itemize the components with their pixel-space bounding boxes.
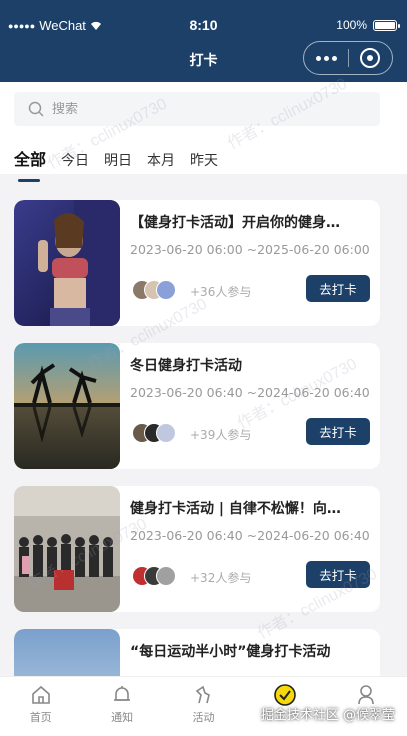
- participant-avatars: [132, 566, 188, 588]
- filter-header: 全部 今日 明日 本月 昨天: [0, 82, 407, 182]
- participant-count: +32人参与: [190, 571, 252, 585]
- tab-tomorrow[interactable]: 明日: [104, 150, 132, 170]
- battery-info: 100%: [336, 18, 400, 32]
- participant-avatars: [132, 423, 188, 445]
- bell-icon: [114, 686, 131, 701]
- date-filter-tabs: 全部 今日 明日 本月 昨天: [14, 146, 233, 182]
- close-miniprogram-button[interactable]: [349, 48, 392, 68]
- activity-title: “每日运动半小时”健身打卡活动: [130, 644, 331, 660]
- search-icon: [28, 101, 44, 117]
- checkin-button[interactable]: 去打卡: [306, 275, 370, 302]
- tabbar-item-activities[interactable]: 活动: [163, 677, 244, 736]
- activity-icon: [196, 685, 211, 704]
- activity-time-range: 2023-06-20 06:40 ~2024-06-20 06:40: [130, 385, 370, 400]
- battery-icon: [373, 19, 400, 31]
- miniprogram-capsule: [303, 41, 393, 75]
- avatar: [156, 423, 176, 443]
- activity-thumbnail: [14, 200, 120, 326]
- activity-title: 冬日健身打卡活动: [130, 358, 242, 374]
- checkin-button[interactable]: 去打卡: [306, 418, 370, 445]
- tabbar-item-notifications[interactable]: 通知: [81, 677, 162, 736]
- activity-time-range: 2023-06-20 06:40 ~2024-06-20 06:40: [130, 528, 370, 543]
- tabbar-label: 首页: [29, 711, 52, 724]
- source-credit: 掘金技术社区 @候翠莹: [260, 708, 395, 723]
- more-menu-button[interactable]: [304, 55, 348, 61]
- avatar: [156, 280, 176, 300]
- participant-count: +39人参与: [190, 428, 252, 442]
- battery-percent: 100%: [336, 18, 367, 32]
- home-icon: [31, 685, 50, 704]
- activity-card[interactable]: 【健身打卡活动】开启你的健身… 2023-06-20 06:00 ~2025-0…: [14, 200, 380, 326]
- avatar: [156, 566, 176, 586]
- tabbar-label: 活动: [192, 711, 215, 724]
- tab-yesterday[interactable]: 昨天: [190, 150, 218, 170]
- status-bar: ●●●●● WeChat 8:10 100%: [0, 0, 407, 36]
- activity-card[interactable]: 健身打卡活动 | 自律不松懈！向… 2023-06-20 06:40 ~2024…: [14, 486, 380, 612]
- nav-bar: 打卡: [0, 36, 407, 82]
- tab-this-month[interactable]: 本月: [147, 150, 175, 170]
- checkin-button[interactable]: 去打卡: [306, 561, 370, 588]
- activity-card[interactable]: 冬日健身打卡活动 2023-06-20 06:40 ~2024-06-20 06…: [14, 343, 380, 469]
- search-input[interactable]: [52, 101, 352, 117]
- tab-all[interactable]: 全部: [14, 146, 46, 182]
- more-icon: [315, 55, 321, 61]
- activity-title: 【健身打卡活动】开启你的健身…: [130, 215, 340, 231]
- activity-time-range: 2023-06-20 06:00 ~2025-06-20 06:00: [130, 242, 370, 257]
- activity-title: 健身打卡活动 | 自律不松懈！向…: [130, 501, 341, 517]
- activity-thumbnail: [14, 343, 120, 469]
- tabbar-label: 通知: [111, 711, 134, 724]
- search-bar[interactable]: [14, 92, 380, 126]
- tab-today[interactable]: 今日: [61, 150, 89, 170]
- participant-avatars: [132, 280, 188, 302]
- participant-count: +36人参与: [190, 285, 252, 299]
- target-icon: [360, 48, 381, 68]
- activity-thumbnail: [14, 486, 120, 612]
- tabbar-item-home[interactable]: 首页: [0, 677, 81, 736]
